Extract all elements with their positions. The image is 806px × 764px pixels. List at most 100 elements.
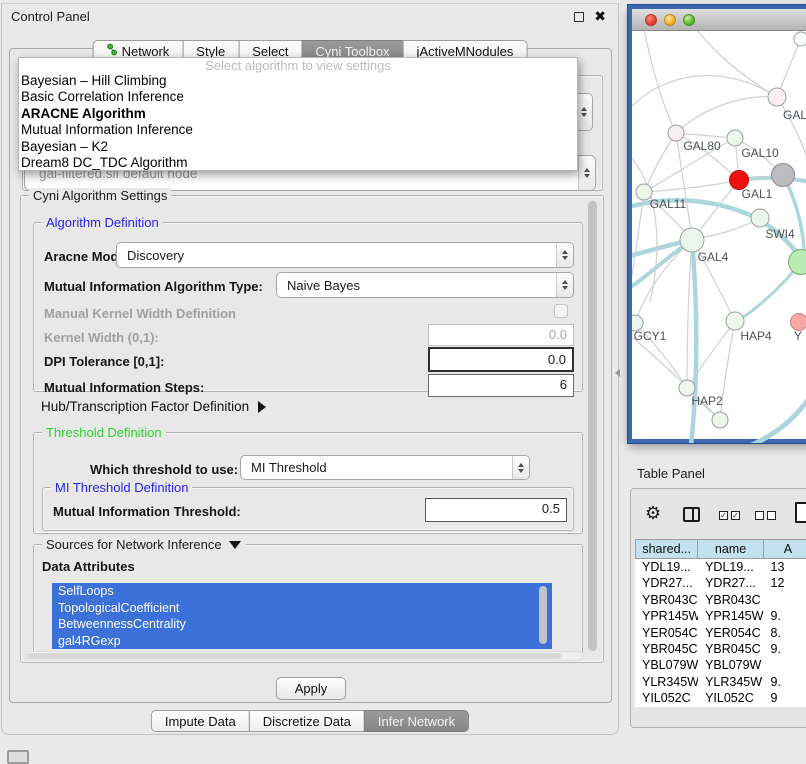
settings-h-scrollbar[interactable]: [25, 651, 583, 661]
tab-impute-data[interactable]: Impute Data: [151, 710, 250, 732]
network-node-y[interactable]: [791, 314, 806, 331]
table-cell: 9.: [764, 674, 806, 690]
network-canvas[interactable]: GALGAL80GAL10GAL1GAL11SWI4GAL4GCY1HAP4YH…: [632, 31, 806, 443]
apply-button[interactable]: Apply: [276, 677, 346, 700]
table-row[interactable]: YIL052CYIL052C9: [635, 690, 806, 706]
network-node-hap4[interactable]: [726, 312, 744, 330]
table-cell: YDL19...: [698, 559, 763, 575]
deselect-all-checkboxes-icon[interactable]: [755, 511, 776, 520]
table-row[interactable]: YBR045CYBR045C9.: [635, 641, 806, 657]
network-node-swi4[interactable]: [751, 209, 769, 227]
attribute-item-betweennesscentrality[interactable]: BetweennessCentrality: [52, 616, 552, 633]
column-header-name[interactable]: name: [698, 539, 764, 559]
table-cell: YLR345W: [698, 674, 763, 690]
table-cell: 13: [764, 559, 806, 575]
unchecked-box-icon: [767, 511, 776, 520]
column-header-a[interactable]: A: [764, 539, 806, 559]
algorithm-option-basic-correlation-inference[interactable]: Basic Correlation Inference: [19, 89, 577, 105]
data-attributes-list[interactable]: SelfLoopsTopologicalCoefficientBetweenne…: [52, 583, 552, 649]
mi-type-combobox[interactable]: Naive Bayes: [276, 272, 574, 298]
mi-steps-field[interactable]: 6: [428, 374, 574, 397]
network-edge[interactable]: [632, 152, 657, 302]
algorithm-option-bayesian-hill-climbing[interactable]: Bayesian – Hill Climbing: [19, 73, 577, 89]
node-label: GAL: [783, 108, 806, 122]
float-panel-button[interactable]: [574, 12, 584, 22]
combobox-arrows-icon[interactable]: [556, 273, 573, 297]
network-node-gal[interactable]: [768, 88, 786, 106]
attribute-item-topologicalcoefficient[interactable]: TopologicalCoefficient: [52, 600, 552, 617]
node-label: GAL11: [650, 197, 687, 211]
minimize-window-icon[interactable]: [664, 14, 676, 26]
algorithm-option-aracne-algorithm[interactable]: ARACNE Algorithm: [19, 106, 577, 122]
table-cell: [764, 657, 806, 673]
network-edge[interactable]: [676, 97, 777, 133]
mi-threshold-definition-group: MI Threshold Definition Mutual Informati…: [42, 487, 574, 531]
select-all-checkboxes-icon[interactable]: ✓ ✓: [719, 511, 740, 520]
network-window-titlebar[interactable]: [632, 9, 806, 31]
table-row[interactable]: YDR27...YDR27...12: [635, 575, 806, 591]
zoom-window-icon[interactable]: [683, 14, 695, 26]
sources-group-title[interactable]: Sources for Network Inference: [42, 537, 245, 552]
attribute-item-selfloops[interactable]: SelfLoops: [52, 583, 552, 600]
network-node[interactable]: [712, 412, 728, 428]
algorithm-option-mutual-information-inference[interactable]: Mutual Information Inference: [19, 122, 577, 138]
network-node-gal4[interactable]: [680, 228, 704, 252]
table-row[interactable]: YDL19...YDL19...13: [635, 559, 806, 575]
threshold-definition-group: Threshold Definition Which threshold to …: [33, 432, 583, 534]
which-threshold-value: MI Threshold: [241, 460, 512, 475]
kernel-width-field[interactable]: 0.0: [428, 324, 574, 346]
network-edge[interactable]: [752, 391, 806, 443]
splitter-handle[interactable]: [615, 369, 620, 377]
column-header-shared[interactable]: shared...: [635, 539, 698, 559]
dpi-tolerance-field[interactable]: 0.0: [428, 347, 574, 372]
close-window-icon[interactable]: [645, 14, 657, 26]
table-row[interactable]: YBR043CYBR043C: [635, 592, 806, 608]
network-edge[interactable]: [687, 240, 692, 388]
combobox-arrows-icon[interactable]: [556, 243, 573, 267]
network-edge[interactable]: [693, 31, 777, 97]
close-panel-icon[interactable]: ✖: [594, 8, 606, 25]
network-node[interactable]: [772, 164, 795, 187]
aracne-mode-combobox[interactable]: Discovery: [116, 242, 574, 268]
column-layout-icon[interactable]: [683, 507, 700, 522]
tab-infer-network[interactable]: Infer Network: [364, 710, 469, 732]
table-cell: 9: [764, 690, 806, 706]
settings-scrollbar[interactable]: [588, 201, 597, 651]
network-edge[interactable]: [691, 240, 696, 443]
table-row[interactable]: YBL079WYBL079W: [635, 657, 806, 673]
table-cell: YBR045C: [635, 641, 698, 657]
algorithm-option-dream8-dc-tdc-algorithm[interactable]: Dream8 DC_TDC Algorithm: [19, 155, 577, 171]
table-row[interactable]: YPR145WYPR145W9.: [635, 608, 806, 624]
which-threshold-combobox[interactable]: MI Threshold: [240, 455, 530, 480]
table-row[interactable]: YLR345WYLR345W9.: [635, 674, 806, 690]
network-node-gal10[interactable]: [727, 130, 743, 146]
manual-kernel-checkbox[interactable]: [554, 304, 568, 318]
popup-item-list: Bayesian – Hill ClimbingBasic Correlatio…: [19, 73, 577, 171]
network-node[interactable]: [794, 32, 806, 46]
network-edge[interactable]: [737, 262, 801, 321]
document-icon[interactable]: [795, 502, 806, 523]
algorithm-option-bayesian-k2[interactable]: Bayesian – K2: [19, 139, 577, 155]
expand-right-icon: [258, 401, 266, 413]
attributes-list-scrollbar[interactable]: [539, 586, 547, 644]
dpi-tolerance-label: DPI Tolerance [0,1]:: [44, 354, 164, 369]
tab-discretize-data[interactable]: Discretize Data: [249, 710, 365, 732]
hub-definition-expander[interactable]: Hub/Transcription Factor Definition: [41, 399, 266, 414]
table-row[interactable]: YER054CYER054C8.: [635, 625, 806, 641]
collapse-down-icon: [229, 541, 241, 549]
network-edge[interactable]: [644, 180, 739, 192]
network-edge[interactable]: [632, 76, 777, 112]
network-node[interactable]: [789, 250, 806, 275]
table-panel-title: Table Panel: [637, 466, 705, 481]
settings-group-title: Cyni Algorithm Settings: [29, 188, 171, 203]
mi-threshold-field[interactable]: 0.5: [425, 498, 567, 522]
network-node-gal80[interactable]: [668, 125, 684, 141]
combobox-arrows-icon[interactable]: [512, 456, 529, 479]
network-edge[interactable]: [777, 97, 806, 161]
table-cell: YIL052C: [698, 690, 763, 706]
attribute-item-gal4rgexp[interactable]: gal4RGexp: [52, 633, 552, 650]
node-label: GAL10: [741, 146, 779, 160]
table-cell: [764, 592, 806, 608]
settings-gear-icon[interactable]: ⚙: [645, 503, 661, 524]
combobox-arrows-icon[interactable]: [578, 156, 595, 190]
